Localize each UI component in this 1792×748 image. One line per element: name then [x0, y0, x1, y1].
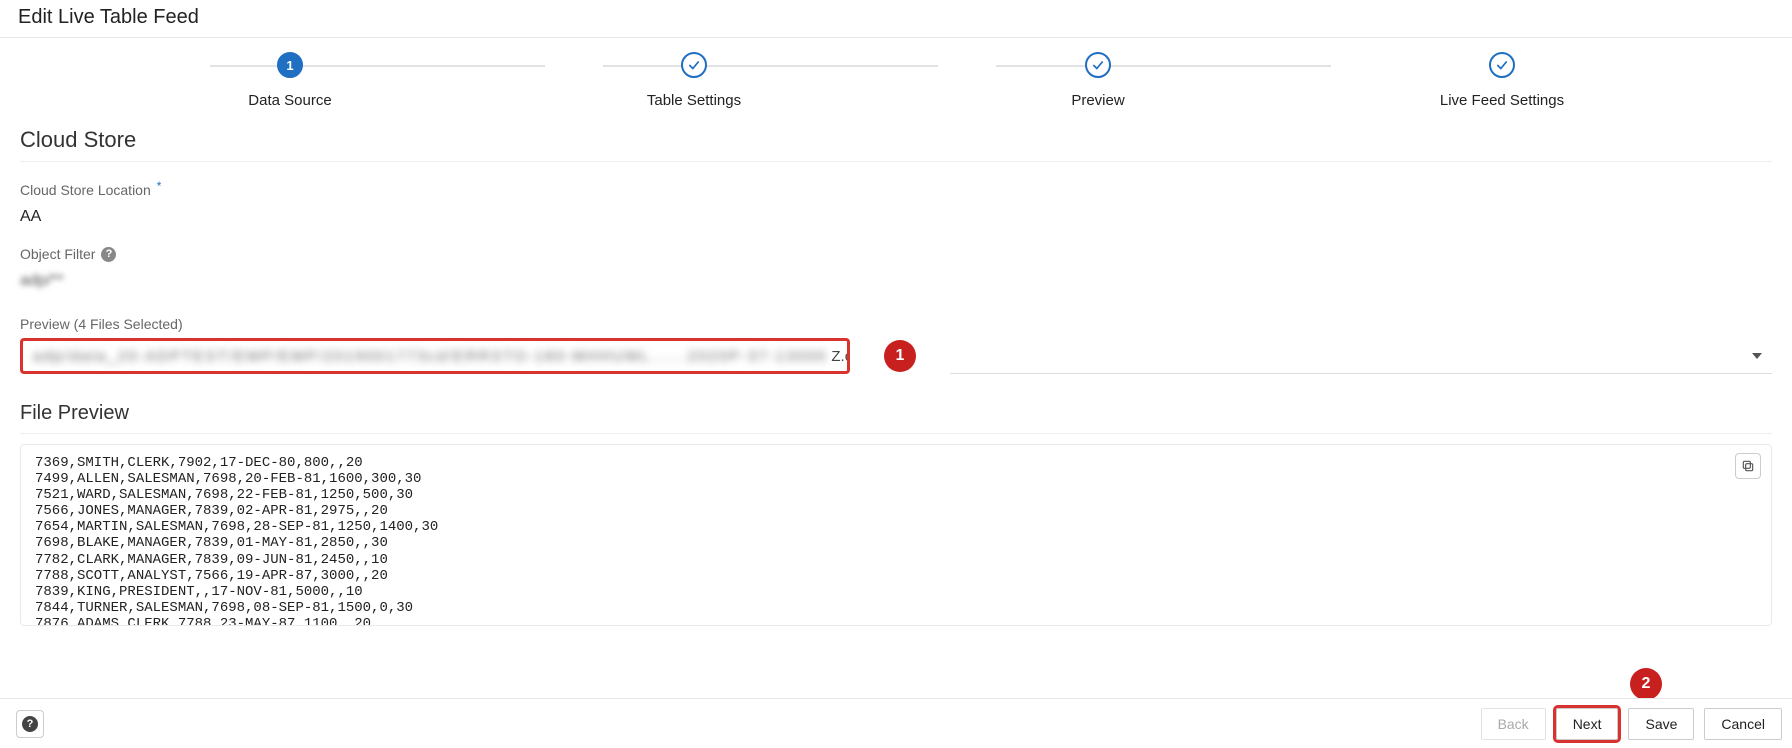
- wizard-stepper: 1 Data Source Table Settings Preview Liv…: [0, 52, 1792, 109]
- step-number-icon: 1: [277, 52, 303, 78]
- callout-badge-2: 2: [1630, 668, 1662, 700]
- cancel-button[interactable]: Cancel: [1704, 708, 1782, 740]
- step-check-icon: [681, 52, 707, 78]
- file-preview-box: 7369,SMITH,CLERK,7902,17-DEC-80,800,,20 …: [20, 444, 1772, 626]
- file-preview-title: File Preview: [20, 402, 1772, 434]
- cloud-store-location-label: Cloud Store Location: [20, 182, 151, 198]
- copy-button[interactable]: [1735, 453, 1761, 479]
- step-label: Live Feed Settings: [1440, 92, 1564, 109]
- save-button[interactable]: Save: [1628, 708, 1694, 740]
- object-filter-label: Object Filter: [20, 246, 95, 262]
- footer-bar: ? Back Next Save Cancel: [0, 698, 1792, 748]
- step-live-feed-settings[interactable]: Live Feed Settings: [1352, 52, 1652, 109]
- back-button: Back: [1481, 708, 1546, 740]
- object-filter-value[interactable]: adp/**: [20, 272, 1772, 290]
- step-label: Data Source: [248, 92, 331, 109]
- step-table-settings[interactable]: Table Settings: [544, 52, 844, 109]
- step-label: Preview: [1071, 92, 1124, 109]
- chevron-down-icon: [1752, 353, 1762, 359]
- step-preview[interactable]: Preview: [948, 52, 1248, 109]
- field-cloud-store-location: Cloud Store Location * AA: [20, 182, 1772, 226]
- cloud-store-location-value[interactable]: AA: [20, 208, 1772, 226]
- help-icon[interactable]: ?: [101, 247, 116, 262]
- preview-file-blurred: adp/data_20-ADPTEST/EMP/EMP/2019001773cd…: [33, 348, 827, 365]
- preview-file-suffix: Z.csv: [831, 348, 850, 365]
- footer-help-button[interactable]: ?: [16, 710, 44, 738]
- step-check-icon: [1489, 52, 1515, 78]
- preview-file-dropdown[interactable]: [950, 338, 1772, 374]
- callout-badge-1: 1: [884, 340, 916, 372]
- required-star-icon: *: [157, 179, 162, 193]
- copy-icon: [1741, 459, 1755, 473]
- step-data-source[interactable]: 1 Data Source: [140, 52, 440, 109]
- step-label: Table Settings: [647, 92, 741, 109]
- page-title: Edit Live Table Feed: [0, 0, 1792, 38]
- preview-file-select[interactable]: adp/data_20-ADPTEST/EMP/EMP/2019001773cd…: [20, 338, 850, 374]
- step-check-icon: [1085, 52, 1111, 78]
- preview-files-label: Preview (4 Files Selected): [20, 316, 1772, 332]
- section-cloud-store-title: Cloud Store: [20, 127, 1772, 162]
- question-icon: ?: [22, 716, 38, 732]
- field-object-filter: Object Filter ? adp/**: [20, 246, 1772, 290]
- next-button[interactable]: Next: [1556, 708, 1619, 740]
- file-preview-content: 7369,SMITH,CLERK,7902,17-DEC-80,800,,20 …: [35, 455, 1757, 626]
